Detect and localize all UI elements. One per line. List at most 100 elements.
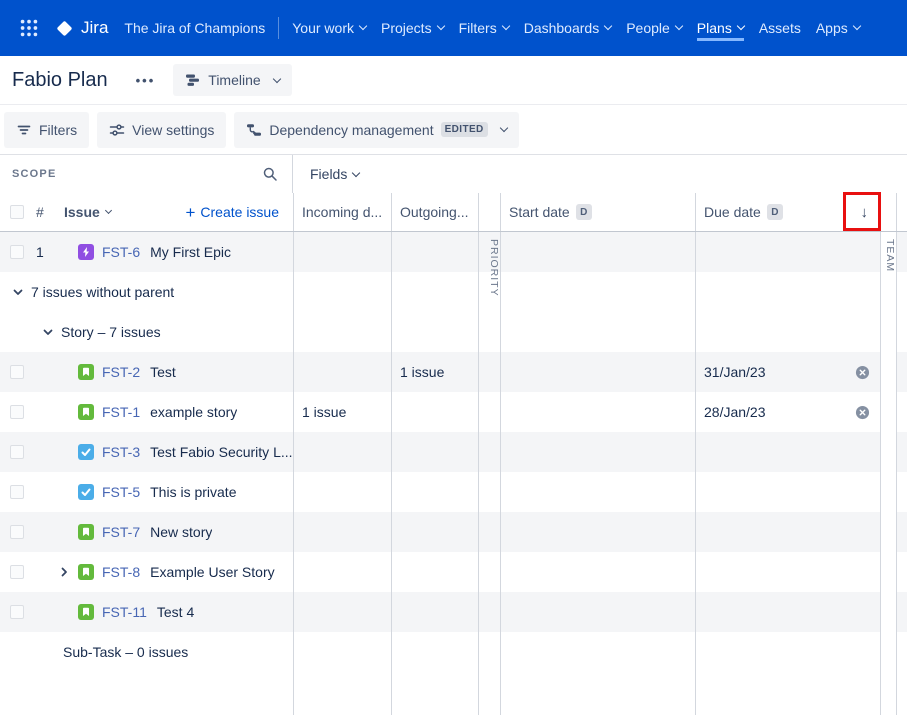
row-checkbox[interactable] xyxy=(10,405,24,419)
issue-key-link[interactable]: FST-1 xyxy=(102,404,140,420)
due-date-cell[interactable]: 31/Jan/23 xyxy=(695,352,880,392)
start-date-cell[interactable] xyxy=(500,512,695,552)
chevron-down-icon[interactable] xyxy=(10,284,26,300)
due-date-cell[interactable] xyxy=(695,592,880,632)
select-all-checkbox[interactable] xyxy=(10,205,24,219)
incoming-cell[interactable] xyxy=(293,512,391,552)
incoming-cell[interactable] xyxy=(293,552,391,592)
row-checkbox[interactable] xyxy=(10,605,24,619)
fields-button[interactable]: Fields xyxy=(310,166,361,182)
issue-summary[interactable]: My First Epic xyxy=(150,244,231,260)
priority-collapsed-column[interactable]: PRIORITY xyxy=(478,239,500,297)
fields-bar: Fields xyxy=(293,155,907,193)
filter-icon xyxy=(17,125,31,134)
timeline-edge-cell xyxy=(896,592,907,632)
outgoing-cell[interactable] xyxy=(391,512,478,552)
group-label[interactable]: Story – 7 issues xyxy=(61,324,161,340)
chevron-down-icon xyxy=(104,206,112,215)
team-cell xyxy=(880,512,896,552)
table-row: FST-11 Test 4 xyxy=(0,592,907,632)
dependency-management-button[interactable]: Dependency management EDITED xyxy=(234,111,519,148)
start-date-cell[interactable] xyxy=(500,552,695,592)
issue-summary[interactable]: Test 4 xyxy=(157,604,194,620)
start-date-cell[interactable] xyxy=(500,472,695,512)
search-icon[interactable] xyxy=(262,166,278,182)
group-label[interactable]: Sub-Task – 0 issues xyxy=(63,644,188,660)
row-checkbox[interactable] xyxy=(10,245,24,259)
nav-your-work[interactable]: Your work xyxy=(292,16,368,41)
issue-key-link[interactable]: FST-5 xyxy=(102,484,140,500)
due-date-cell[interactable] xyxy=(695,552,880,592)
due-date-cell[interactable] xyxy=(695,512,880,552)
nav-apps[interactable]: Apps xyxy=(816,16,862,41)
nav-plans[interactable]: Plans xyxy=(696,16,746,41)
chevron-down-icon xyxy=(736,21,746,31)
due-date-cell[interactable] xyxy=(695,232,880,272)
issue-summary[interactable]: Test Fabio Security L... xyxy=(150,444,292,460)
due-date-cell[interactable]: 28/Jan/23 xyxy=(695,392,880,432)
outgoing-cell[interactable] xyxy=(391,552,478,592)
incoming-cell[interactable] xyxy=(293,352,391,392)
incoming-cell[interactable] xyxy=(293,472,391,512)
issue-summary[interactable]: Test xyxy=(150,364,176,380)
start-date-cell[interactable] xyxy=(500,392,695,432)
incoming-cell[interactable]: 1 issue xyxy=(293,392,391,432)
issue-key-link[interactable]: FST-7 xyxy=(102,524,140,540)
more-button[interactable]: ••• xyxy=(128,67,164,94)
scope-cell: FST-7 New story xyxy=(0,512,293,552)
nav-filters[interactable]: Filters xyxy=(459,16,510,41)
chevron-right-icon[interactable] xyxy=(56,564,72,580)
issue-key-link[interactable]: FST-8 xyxy=(102,564,140,580)
row-checkbox[interactable] xyxy=(10,445,24,459)
chevron-down-icon[interactable] xyxy=(40,324,56,340)
clear-date-icon[interactable] xyxy=(855,405,870,420)
start-date-cell[interactable] xyxy=(500,592,695,632)
nav-projects[interactable]: Projects xyxy=(381,16,445,41)
priority-cell xyxy=(478,552,500,592)
filters-button[interactable]: Filters xyxy=(4,111,90,148)
issue-key-link[interactable]: FST-11 xyxy=(102,604,147,620)
issue-key-link[interactable]: FST-3 xyxy=(102,444,140,460)
start-date-cell[interactable] xyxy=(500,232,695,272)
incoming-cell[interactable] xyxy=(293,432,391,472)
clear-date-icon[interactable] xyxy=(855,365,870,380)
outgoing-cell[interactable]: 1 issue xyxy=(391,352,478,392)
jira-logo[interactable]: Jira xyxy=(54,18,108,39)
row-checkbox[interactable] xyxy=(10,485,24,499)
group-label[interactable]: 7 issues without parent xyxy=(31,284,174,300)
outgoing-cell[interactable] xyxy=(391,592,478,632)
outgoing-cell[interactable] xyxy=(391,472,478,512)
view-mode-button[interactable]: Timeline xyxy=(173,64,292,96)
start-date-cell[interactable] xyxy=(500,352,695,392)
sort-descending-icon[interactable]: ↓ xyxy=(861,204,869,221)
start-date-cell[interactable] xyxy=(500,432,695,472)
incoming-cell[interactable] xyxy=(293,592,391,632)
issue-summary[interactable]: Example User Story xyxy=(150,564,274,580)
due-date-cell[interactable] xyxy=(695,472,880,512)
row-checkbox[interactable] xyxy=(10,525,24,539)
due-date-cell[interactable] xyxy=(695,432,880,472)
issue-summary[interactable]: New story xyxy=(150,524,212,540)
nav-dashboards[interactable]: Dashboards xyxy=(524,16,613,41)
app-switcher-icon[interactable] xyxy=(12,11,46,45)
chevron-down-icon xyxy=(436,21,445,31)
due-date-value: 28/Jan/23 xyxy=(704,404,766,420)
task-icon xyxy=(78,484,94,500)
nav-people[interactable]: People xyxy=(626,16,684,41)
chevron-down-icon xyxy=(603,21,613,31)
create-issue-button[interactable]: + Create issue xyxy=(185,204,279,221)
outgoing-cell[interactable] xyxy=(391,232,478,272)
issue-column-header[interactable]: Issue xyxy=(64,204,112,220)
team-collapsed-column[interactable]: TEAM xyxy=(880,239,896,272)
view-settings-button[interactable]: View settings xyxy=(97,111,227,148)
outgoing-cell[interactable] xyxy=(391,392,478,432)
row-checkbox[interactable] xyxy=(10,365,24,379)
issue-summary[interactable]: example story xyxy=(150,404,237,420)
issue-summary[interactable]: This is private xyxy=(150,484,236,500)
issue-key-link[interactable]: FST-2 xyxy=(102,364,140,380)
incoming-cell[interactable] xyxy=(293,232,391,272)
row-checkbox[interactable] xyxy=(10,565,24,579)
outgoing-cell[interactable] xyxy=(391,432,478,472)
issue-key-link[interactable]: FST-6 xyxy=(102,244,140,260)
nav-assets[interactable]: Assets xyxy=(759,16,801,41)
